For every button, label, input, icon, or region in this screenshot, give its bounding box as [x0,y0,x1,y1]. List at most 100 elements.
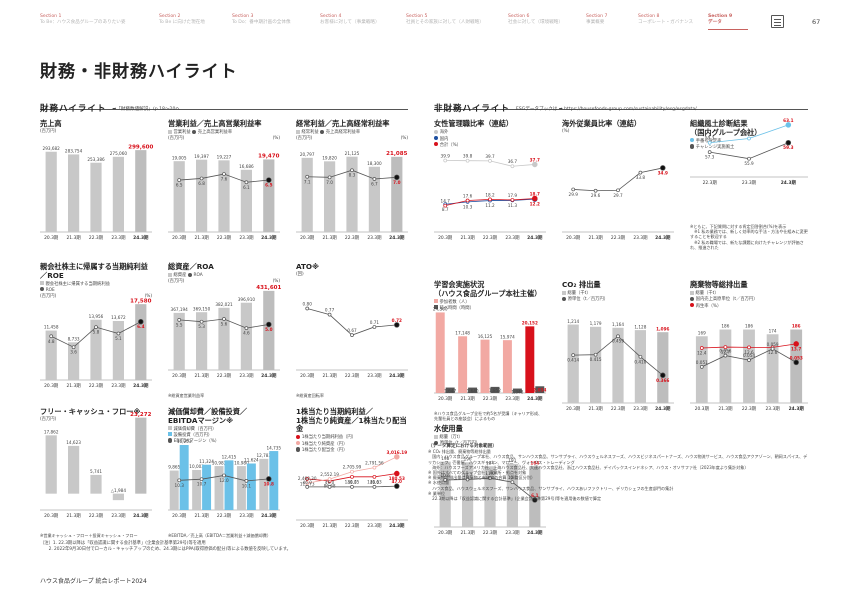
bar-sales-0-3 [112,156,124,232]
legend-marker [434,434,438,439]
page-number: 67 [812,18,821,26]
chart-note: ※ともに、下記質問に対する肯定回答割合(%)を表示 ※1 私の業務では、新しく効… [690,223,808,250]
data-label: 186 [745,324,753,329]
chart-title: 売上高 [40,119,62,128]
legend-marker [690,296,695,301]
panel-op: 営業利益／売上高営業利益率 営業利益 売上高営業利益率 (百万円) (%) 19,00… [168,119,280,250]
nav-section-6[interactable]: Section 6 社会に対して（環境戦略） [508,14,563,26]
legend-marker [187,272,192,277]
tick-label: 22.3期 [345,523,360,529]
point-ebitda-2-2 [222,473,226,478]
legend-label: 国内売上高原単位（t／百万円） [695,297,758,303]
chart-title: 女性管理職比率（連結） [434,119,514,128]
point-label: 2,705.99 [343,465,362,470]
chart-title: 総資産／ROA [168,262,214,271]
data-scope-notes: （データ算定における対象範囲） ※ CO₂ 排出量、廃棄物等総排出量 国内：ハウ… [428,444,808,501]
point-label: 59.3 [705,136,715,141]
legend-item: 総量（千t） [690,290,719,296]
bar-learning-0-4 [525,326,535,393]
data-label: 12,783 [256,453,271,458]
chart-svg-netinc: 11,458 8,733 13,956 13,672 17,580 4.8 3.6 5.8 5.… [40,298,152,389]
point-label: 0.71 [370,320,380,325]
bar-co2-0-4 [657,332,669,403]
tick-label: 23.3期 [505,530,520,536]
unit-left: (%) [562,128,570,134]
point-label: 2,791.56 [365,461,384,466]
chart-svg-fcf: 17,862 14,623 5,741 △1,984 23,272 20.3期 21.3期 2… [40,412,152,519]
legend-label: 売上高経常利益率 [325,130,361,136]
chart-svg-ord: 20,797 19,820 21,125 18,300 21,085 7.1 7.0 8.3 6… [296,151,408,241]
point-op-1-1 [199,176,204,181]
nav-section-3[interactable]: Section 3 To Do：番中期計画の全体像 [232,14,291,26]
point-label: 17.6 [463,193,473,198]
point-label: 0.056 [719,349,731,354]
nav-section-2[interactable]: Section 2 To Be に向けた現在地 [159,14,205,26]
data-label: 293,682 [43,146,61,151]
bar-fcf-0-0 [45,435,57,494]
financial-header: 財務ハイライト ➡「財務数値解説」(p.18～20へ [40,96,408,114]
legend-item: 売上高営業利益率 [192,129,232,135]
chart-svg-learning: 24,360 17,148 16,125 15,974 20,152 1,647 1,640… [433,307,547,402]
nav-section-5[interactable]: Section 5 社員とその家族に対して（人財戦略） [406,14,484,26]
data-label: 16,686 [239,164,254,169]
menu-icon[interactable] [771,15,784,28]
chart-legend: 親会社株主に帰属する当期純利益 ROE [40,281,152,293]
nav-section-4[interactable]: Section 4 お客様に対して（事業戦略） [320,14,380,26]
point-co2-1-3 [638,354,643,359]
point-label: 39.8 [463,154,473,159]
point-label: 5.0 [265,327,273,332]
legend-marker [168,272,172,277]
bar-sales-0-0 [45,151,57,232]
point-label: 0.77 [325,308,335,313]
nav-section-8[interactable]: Section 8 コーポレート・ガバナンス [638,14,693,26]
financial-link[interactable]: ➡「財務数値解説」(p.18～20へ [112,107,180,112]
nav-section-1[interactable]: Section 1 To Be：ハウス食品グループのありたい姿 [40,14,126,26]
nav-section-9[interactable]: Section 9 データ [708,14,748,31]
point-label: 7.0 [326,180,333,185]
point-eps-1-3 [372,465,377,470]
data-label: 24,360 [433,307,448,312]
bar-ord-0-0 [301,157,313,232]
bar-ord-0-2 [346,156,358,232]
tick-label: 21.3期 [67,383,82,389]
data-label: 186 [792,324,801,329]
esg-databook-link[interactable]: ESGデータブックは ➡ https://housefoods-group.co… [516,107,697,112]
data-label: 169 [698,330,706,335]
tick-label: 22.3期 [89,383,104,389]
tick-label: 23.3期 [505,396,520,402]
footer-notes: （注）1. 22.3期以降は「収益認識に関する会計基準」(企業会計基準第29号)… [40,541,420,552]
data-label: 20,152 [522,321,538,326]
data-label: △1,984 [111,488,127,493]
point-waste-2-4 [793,359,799,366]
bar-op-0-0 [173,161,185,232]
point-label: 60.2 [744,132,754,137]
point-label: 59.3 [783,145,793,150]
data-label: 14,623 [66,440,81,445]
nav-section-7[interactable]: Section 7 事業概要 [586,14,607,26]
chart-svg-assets: 367,194 369,150 382,021 396,910 431,601 5.5 5.… [168,285,281,379]
chart-note: ※ハウス食品グループ全社で約5名が受講（キャリア形成、先輩社員との座談会）による… [434,410,543,421]
tick-label: 20.3期 [566,235,581,241]
data-label: 186 [721,324,729,329]
tick-label: 24.3期 [781,179,797,186]
point-ato-0-2 [350,333,354,338]
point-label: 0.67 [347,328,357,333]
panel-eps: 1株当たり当期純利益／ 1株当たり純資産／1株当たり配当金 1株当たり当期純利益（… [296,407,408,538]
point-eps-2-3 [372,485,377,489]
tick-label: 24.3期 [789,405,805,412]
point-label: 6.7 [371,181,378,186]
legend-marker [296,129,300,134]
legend-item: 経常利益 [296,129,319,135]
nonfinancial-heading: 非財務ハイライト [434,104,510,114]
panel-culture: 組織風土診断結果 （国内グループ会社）手番号肯定率 チャレンジ実施風土 59.3… [690,118,808,250]
bar-co2-0-1 [590,326,602,403]
chart-legend: 総量（千t） 原単位（t／百万円） [562,290,674,303]
tick-label: 22.3期 [345,373,360,379]
data-label: 283,754 [65,149,83,154]
point-label: 33.8 [636,175,646,180]
data-label: 17,862 [44,430,59,435]
point-label: 7.1 [304,179,311,184]
bar-learning-0-3 [502,340,512,393]
tick-label: 21.3期 [718,406,733,412]
point-women-0-1 [465,158,470,163]
